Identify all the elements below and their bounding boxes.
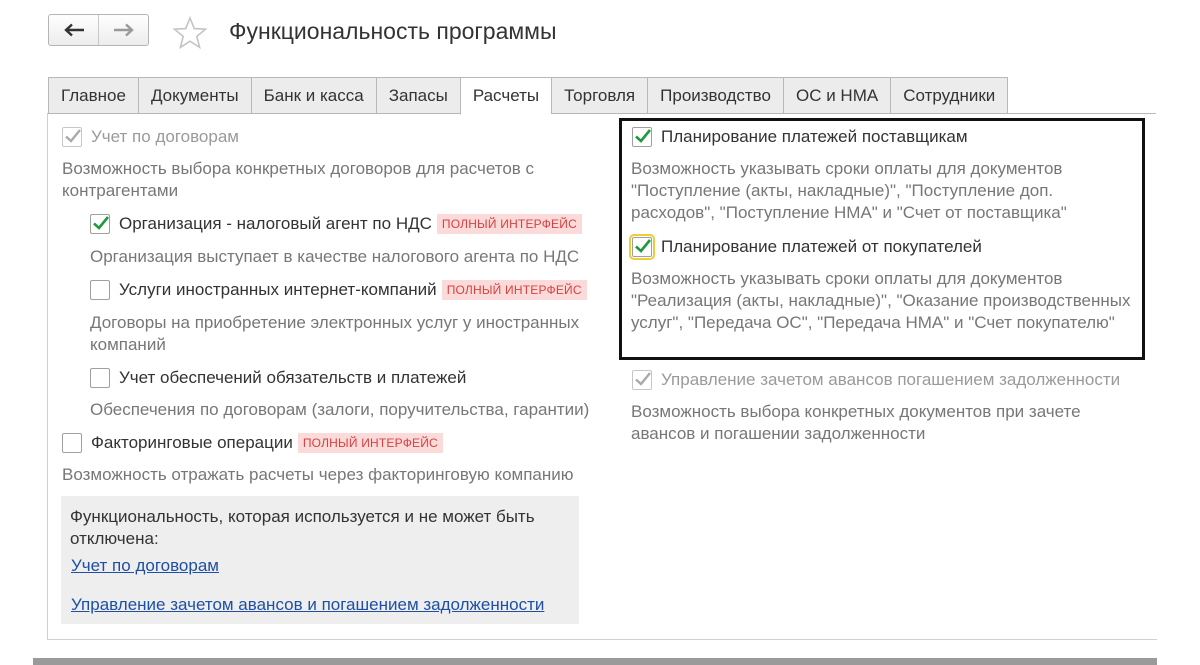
back-button[interactable]	[49, 15, 98, 45]
full-interface-badge: ПОЛНЫЙ ИНТЕРФЕЙС	[441, 280, 587, 300]
advances-description: Возможность выбора конкретных документов…	[631, 402, 1081, 443]
star-icon[interactable]	[172, 16, 208, 50]
tab-bar: Главное Документы Банк и касса Запасы Ра…	[48, 77, 1009, 115]
content-frame-bottom	[47, 639, 1157, 640]
option-factoring[interactable]: Факторинговые операции ПОЛНЫЙ ИНТЕРФЕЙС	[62, 433, 443, 453]
checkmark-icon	[635, 372, 651, 386]
foreign-services-checkbox[interactable]	[90, 280, 110, 300]
checkmark-icon	[93, 216, 110, 230]
option-advances[interactable]: Управление зачетом авансов погашением за…	[632, 370, 1120, 390]
option-supplier-payments[interactable]: Планирование платежей поставщикам	[632, 127, 968, 147]
tab-employees[interactable]: Сотрудники	[890, 77, 1009, 114]
content-frame-left	[47, 113, 48, 640]
advances-label: Управление зачетом авансов погашением за…	[661, 370, 1121, 389]
contracts-description: Возможность выбора конкретных договоров …	[62, 159, 535, 200]
foreign-services-description: Договоры на приобретение электронных усл…	[90, 313, 580, 354]
arrow-left-icon	[63, 23, 84, 37]
link-contracts[interactable]: Учет по договорам	[71, 556, 219, 576]
customer-payments-checkbox[interactable]	[629, 234, 655, 260]
guarantees-checkbox[interactable]	[90, 368, 110, 388]
tab-stocks[interactable]: Запасы	[375, 77, 460, 114]
checkmark-icon	[635, 129, 652, 143]
bottom-scrollbar[interactable]	[33, 658, 1157, 665]
option-contracts[interactable]: Учет по договорам	[62, 127, 239, 147]
tab-main[interactable]: Главное	[48, 77, 138, 114]
factoring-description: Возможность отражать расчеты через факто…	[62, 465, 574, 484]
tab-production[interactable]: Производство	[647, 77, 783, 114]
option-customer-payments[interactable]: Планирование платежей от покупателей	[629, 234, 982, 260]
full-interface-badge: ПОЛНЫЙ ИНТЕРФЕЙС	[436, 214, 582, 234]
page-title: Функциональность программы	[229, 18, 557, 44]
factoring-label: Факторинговые операции	[91, 433, 293, 452]
customer-payments-label: Планирование платежей от покупателей	[661, 237, 982, 256]
forward-button[interactable]	[98, 15, 148, 45]
tab-trade[interactable]: Торговля	[551, 77, 648, 114]
tab-fixed-assets[interactable]: ОС и НМА	[782, 77, 891, 114]
factoring-checkbox[interactable]	[62, 433, 82, 453]
tab-underline	[48, 113, 1156, 114]
link-advances[interactable]: Управление зачетом авансов и погашением …	[71, 595, 544, 615]
guarantees-description: Обеспечения по договорам (залоги, поручи…	[90, 400, 590, 419]
supplier-payments-description: Возможность указывать сроки оплаты для д…	[631, 159, 1067, 222]
tax-agent-label: Организация - налоговый агент по НДС	[119, 214, 432, 233]
guarantees-label: Учет обеспечений обязательств и платежей	[119, 368, 467, 387]
full-interface-badge: ПОЛНЫЙ ИНТЕРФЕЙС	[297, 433, 443, 453]
customer-payments-description: Возможность указывать сроки оплаты для д…	[631, 269, 1131, 332]
option-tax-agent[interactable]: Организация - налоговый агент по НДС ПОЛ…	[90, 214, 582, 234]
supplier-payments-checkbox[interactable]	[632, 127, 652, 147]
tab-settlements[interactable]: Расчеты	[459, 77, 552, 115]
supplier-payments-label: Планирование платежей поставщикам	[661, 127, 968, 146]
info-panel: Функциональность, которая используется и…	[61, 496, 579, 624]
advances-checkbox[interactable]	[632, 370, 652, 390]
checkmark-icon	[65, 129, 81, 143]
checkmark-icon	[635, 239, 652, 253]
foreign-services-label: Услуги иностранных интернет-компаний	[119, 280, 437, 299]
option-guarantees[interactable]: Учет обеспечений обязательств и платежей	[90, 368, 466, 388]
tab-bank-cash[interactable]: Банк и касса	[250, 77, 376, 114]
option-foreign-services[interactable]: Услуги иностранных интернет-компаний ПОЛ…	[90, 280, 587, 300]
tab-documents[interactable]: Документы	[137, 77, 251, 114]
contracts-checkbox[interactable]	[62, 127, 82, 147]
tax-agent-description: Организация выступает в качестве налогов…	[90, 247, 580, 266]
navigation-buttons	[48, 14, 149, 46]
contracts-label: Учет по договорам	[91, 127, 239, 146]
tax-agent-checkbox[interactable]	[90, 214, 110, 234]
arrow-right-icon	[113, 23, 134, 37]
info-panel-text: Функциональность, которая используется и…	[70, 507, 535, 548]
